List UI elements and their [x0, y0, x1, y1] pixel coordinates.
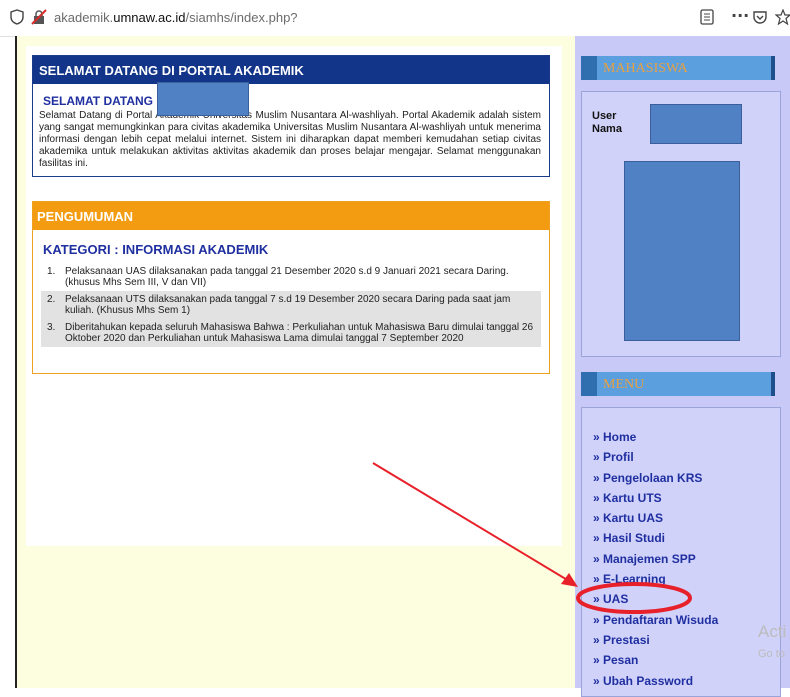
annotation-overlay	[372, 462, 692, 614]
annotation-arrow-head	[561, 573, 578, 587]
annotation-circle	[576, 582, 692, 614]
annotation-arrow	[372, 462, 575, 585]
